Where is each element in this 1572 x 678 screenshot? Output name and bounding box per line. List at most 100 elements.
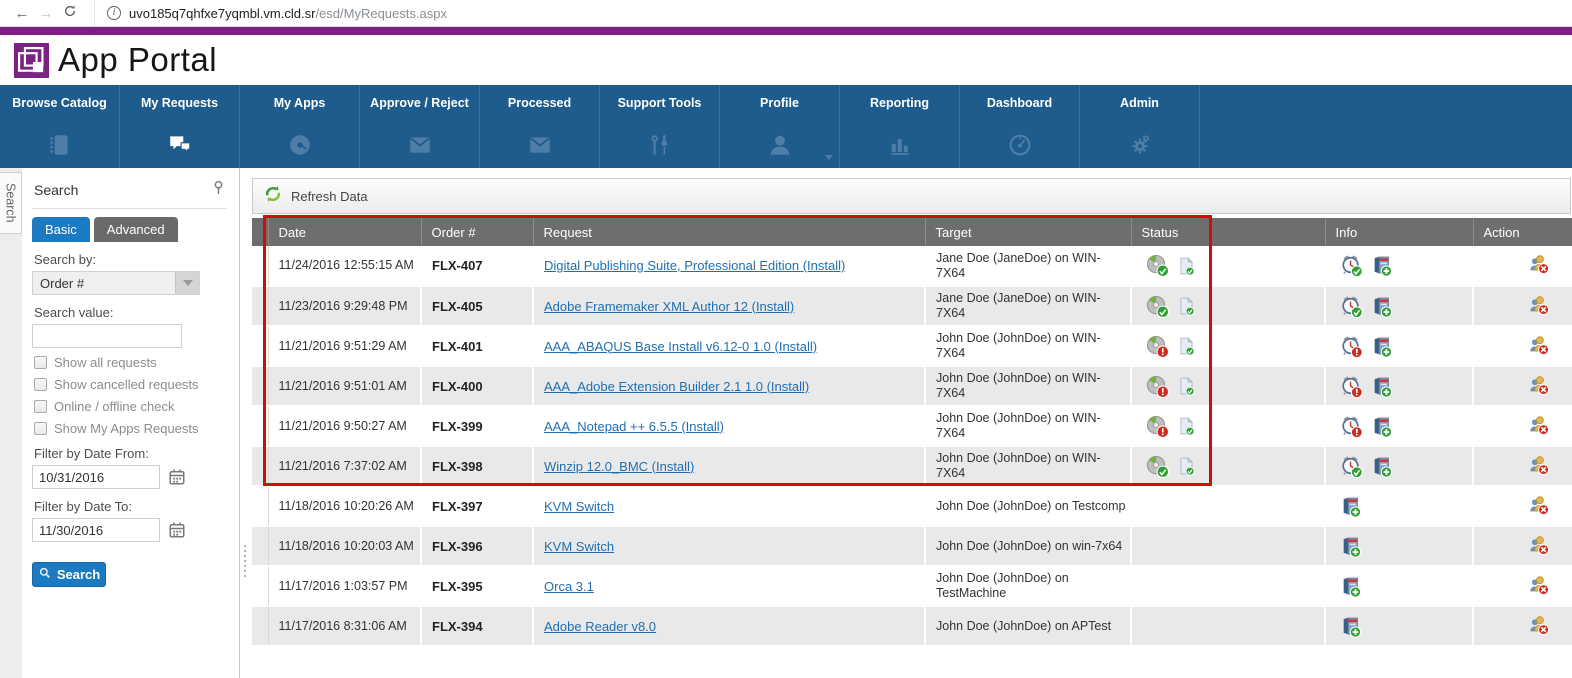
calendar-icon[interactable]	[168, 521, 186, 539]
cancel-request-icon[interactable]	[1528, 414, 1550, 436]
col-target[interactable]: Target	[925, 218, 1131, 246]
refresh-data-button[interactable]: Refresh Data	[252, 178, 1571, 214]
search-value-input[interactable]	[32, 324, 182, 348]
calendar-icon[interactable]	[168, 468, 186, 486]
nav-tab-admin[interactable]: Admin	[1080, 85, 1200, 168]
date-from-input[interactable]	[32, 465, 160, 489]
add-program-icon[interactable]	[1371, 295, 1393, 318]
status-cell	[1131, 286, 1325, 326]
add-program-icon[interactable]	[1340, 535, 1362, 558]
request-link[interactable]: KVM Switch	[544, 539, 614, 554]
checkbox-icon[interactable]	[34, 356, 47, 369]
checkbox-icon[interactable]	[34, 378, 47, 391]
cancel-request-icon[interactable]	[1528, 534, 1550, 556]
nav-tab-browse-catalog[interactable]: Browse Catalog	[0, 85, 120, 168]
schedule-info-icon[interactable]	[1340, 375, 1363, 398]
requests-content: Refresh Data Date Order # Request Target…	[252, 168, 1572, 678]
schedule-info-icon[interactable]	[1340, 415, 1363, 438]
splitter-drag-handle[interactable]	[244, 545, 246, 577]
action-cell	[1473, 566, 1572, 606]
request-link[interactable]: Orca 3.1	[544, 579, 594, 594]
action-cell	[1473, 286, 1572, 326]
page-info-icon[interactable]: i	[107, 6, 121, 20]
col-request[interactable]: Request	[533, 218, 925, 246]
schedule-info-icon[interactable]	[1340, 254, 1363, 277]
search-rail-tab[interactable]: Search	[0, 172, 22, 234]
nav-tab-approve-reject[interactable]: Approve / Reject	[360, 85, 480, 168]
request-link[interactable]: AAA_Notepad ++ 6.5.5 (Install)	[544, 419, 724, 434]
request-link[interactable]: Adobe Framemaker XML Author 12 (Install)	[544, 299, 794, 314]
cancel-request-icon[interactable]	[1528, 494, 1550, 516]
panel-splitter[interactable]	[240, 168, 252, 678]
tab-basic[interactable]: Basic	[32, 217, 90, 242]
schedule-info-icon[interactable]	[1340, 335, 1363, 358]
magnifier-icon	[38, 566, 52, 583]
schedule-info-icon[interactable]	[1340, 455, 1363, 478]
add-program-icon[interactable]	[1371, 254, 1393, 277]
checkbox-icon[interactable]	[34, 400, 47, 413]
checkbox-icon[interactable]	[34, 422, 47, 435]
browser-back-icon[interactable]: ←	[10, 5, 34, 22]
nav-tab-my-apps[interactable]: My Apps	[240, 85, 360, 168]
cancel-request-icon[interactable]	[1528, 574, 1550, 596]
cancel-request-icon[interactable]	[1528, 253, 1550, 275]
add-program-icon[interactable]	[1340, 575, 1362, 598]
checkbox-show-all-requests[interactable]: Show all requests	[34, 355, 227, 370]
nav-tab-my-requests[interactable]: My Requests	[120, 85, 240, 168]
nav-tab-processed[interactable]: Processed	[480, 85, 600, 168]
add-program-icon[interactable]	[1371, 335, 1393, 358]
action-cell	[1473, 526, 1572, 566]
info-cell	[1325, 246, 1473, 286]
request-link[interactable]: AAA_ABAQUS Base Install v6.12-0 1.0 (Ins…	[544, 339, 817, 354]
checkbox-show-cancelled-requests[interactable]: Show cancelled requests	[34, 377, 227, 392]
table-row: 11/24/2016 12:55:15 AMFLX-407Digital Pub…	[252, 246, 1572, 286]
pin-icon[interactable]	[212, 180, 225, 200]
refresh-icon	[263, 184, 283, 209]
col-info[interactable]: Info	[1325, 218, 1473, 246]
col-order[interactable]: Order #	[421, 218, 533, 246]
url-box[interactable]: i uvo185q7qhfxe7yqmbl.vm.cld.sr/esd/MyRe…	[94, 0, 1572, 27]
col-status[interactable]: Status	[1131, 218, 1325, 246]
add-program-icon[interactable]	[1340, 495, 1362, 518]
add-program-icon[interactable]	[1371, 415, 1393, 438]
col-date[interactable]: Date	[268, 218, 421, 246]
add-program-icon[interactable]	[1371, 375, 1393, 398]
request-date: 11/21/2016 9:51:29 AM	[268, 326, 421, 366]
cancel-request-icon[interactable]	[1528, 294, 1550, 316]
install-status-icon	[1146, 335, 1169, 358]
checkbox-online-offline-check[interactable]: Online / offline check	[34, 399, 227, 414]
dropdown-arrow-icon[interactable]	[175, 272, 199, 294]
row-indicator-cell	[252, 406, 268, 446]
policy-status-icon	[1177, 256, 1196, 276]
request-link[interactable]: KVM Switch	[544, 499, 614, 514]
checkbox-show-my-apps-requests[interactable]: Show My Apps Requests	[34, 421, 227, 436]
nav-tab-profile[interactable]: Profile	[720, 85, 840, 168]
request-link[interactable]: Winzip 12.0_BMC (Install)	[544, 459, 694, 474]
schedule-info-icon[interactable]	[1340, 295, 1363, 318]
order-number: FLX-400	[421, 366, 533, 406]
search-button[interactable]: Search	[32, 562, 106, 587]
cancel-request-icon[interactable]	[1528, 454, 1550, 476]
mail-icon	[480, 132, 599, 158]
cancel-request-icon[interactable]	[1528, 334, 1550, 356]
nav-tab-dashboard[interactable]: Dashboard	[960, 85, 1080, 168]
chevron-down-icon[interactable]	[825, 155, 833, 160]
tab-advanced[interactable]: Advanced	[94, 217, 178, 242]
add-program-icon[interactable]	[1340, 615, 1362, 638]
request-link[interactable]: AAA_Adobe Extension Builder 2.1 1.0 (Ins…	[544, 379, 809, 394]
nav-tab-reporting[interactable]: Reporting	[840, 85, 960, 168]
search-by-dropdown[interactable]: Order #	[32, 271, 200, 295]
row-indicator-cell	[252, 246, 268, 286]
status-cell	[1131, 526, 1325, 566]
add-program-icon[interactable]	[1371, 455, 1393, 478]
cancel-request-icon[interactable]	[1528, 614, 1550, 636]
request-link[interactable]: Digital Publishing Suite, Professional E…	[544, 258, 845, 273]
col-action[interactable]: Action	[1473, 218, 1572, 246]
date-to-input[interactable]	[32, 518, 160, 542]
browser-forward-icon[interactable]: →	[34, 5, 58, 22]
app-title: App Portal	[58, 41, 217, 79]
cancel-request-icon[interactable]	[1528, 374, 1550, 396]
nav-tab-support-tools[interactable]: Support Tools	[600, 85, 720, 168]
request-link[interactable]: Adobe Reader v8.0	[544, 619, 656, 634]
browser-reload-icon[interactable]	[58, 4, 82, 22]
